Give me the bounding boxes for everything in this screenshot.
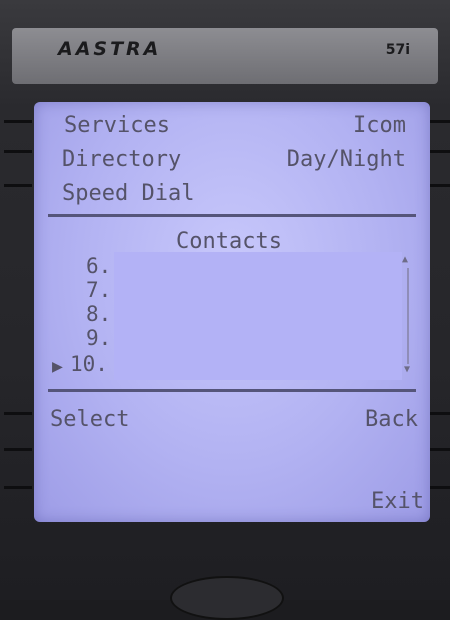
left-key-line-4 — [4, 412, 32, 415]
back-button[interactable]: Back — [365, 407, 418, 433]
brand-logo: AASTRA — [58, 38, 162, 60]
selection-arrow-icon: ▶ — [52, 356, 63, 377]
left-key-line-1 — [4, 120, 32, 123]
scroll-down-icon[interactable]: ▼ — [404, 364, 410, 375]
scrollbar-track[interactable] — [407, 268, 409, 364]
redacted-contact-names — [114, 252, 402, 380]
exit-button[interactable]: Exit — [371, 489, 424, 515]
right-key-line-4 — [430, 412, 450, 415]
right-key-line-2 — [430, 150, 450, 153]
left-key-line-3 — [4, 184, 32, 187]
left-key-line-2 — [4, 150, 32, 153]
softkey-directory[interactable]: Directory — [62, 147, 181, 173]
contact-entry-6[interactable]: 6. — [86, 256, 111, 277]
softkey-speed-dial[interactable]: Speed Dial — [62, 181, 194, 207]
contact-entry-7[interactable]: 7. — [86, 280, 111, 301]
right-key-line-5 — [430, 448, 450, 451]
model-label: 57i — [385, 42, 410, 58]
top-separator — [48, 214, 416, 217]
left-key-line-6 — [4, 486, 32, 489]
left-key-line-5 — [4, 448, 32, 451]
softkey-icom[interactable]: Icom — [353, 113, 406, 139]
contact-entry-10[interactable]: 10. — [70, 354, 108, 375]
right-key-line-6 — [430, 486, 450, 489]
softkey-services[interactable]: Services — [64, 113, 170, 139]
contact-entry-9[interactable]: 9. — [86, 328, 111, 349]
contact-entry-8[interactable]: 8. — [86, 304, 111, 325]
scroll-up-icon[interactable]: ▲ — [402, 254, 408, 265]
navigation-key[interactable] — [170, 576, 284, 620]
select-button[interactable]: Select — [50, 407, 129, 433]
right-key-line-3 — [430, 184, 450, 187]
bottom-separator — [48, 389, 416, 392]
softkey-day-night[interactable]: Day/Night — [287, 147, 406, 173]
right-key-line-1 — [430, 120, 450, 123]
